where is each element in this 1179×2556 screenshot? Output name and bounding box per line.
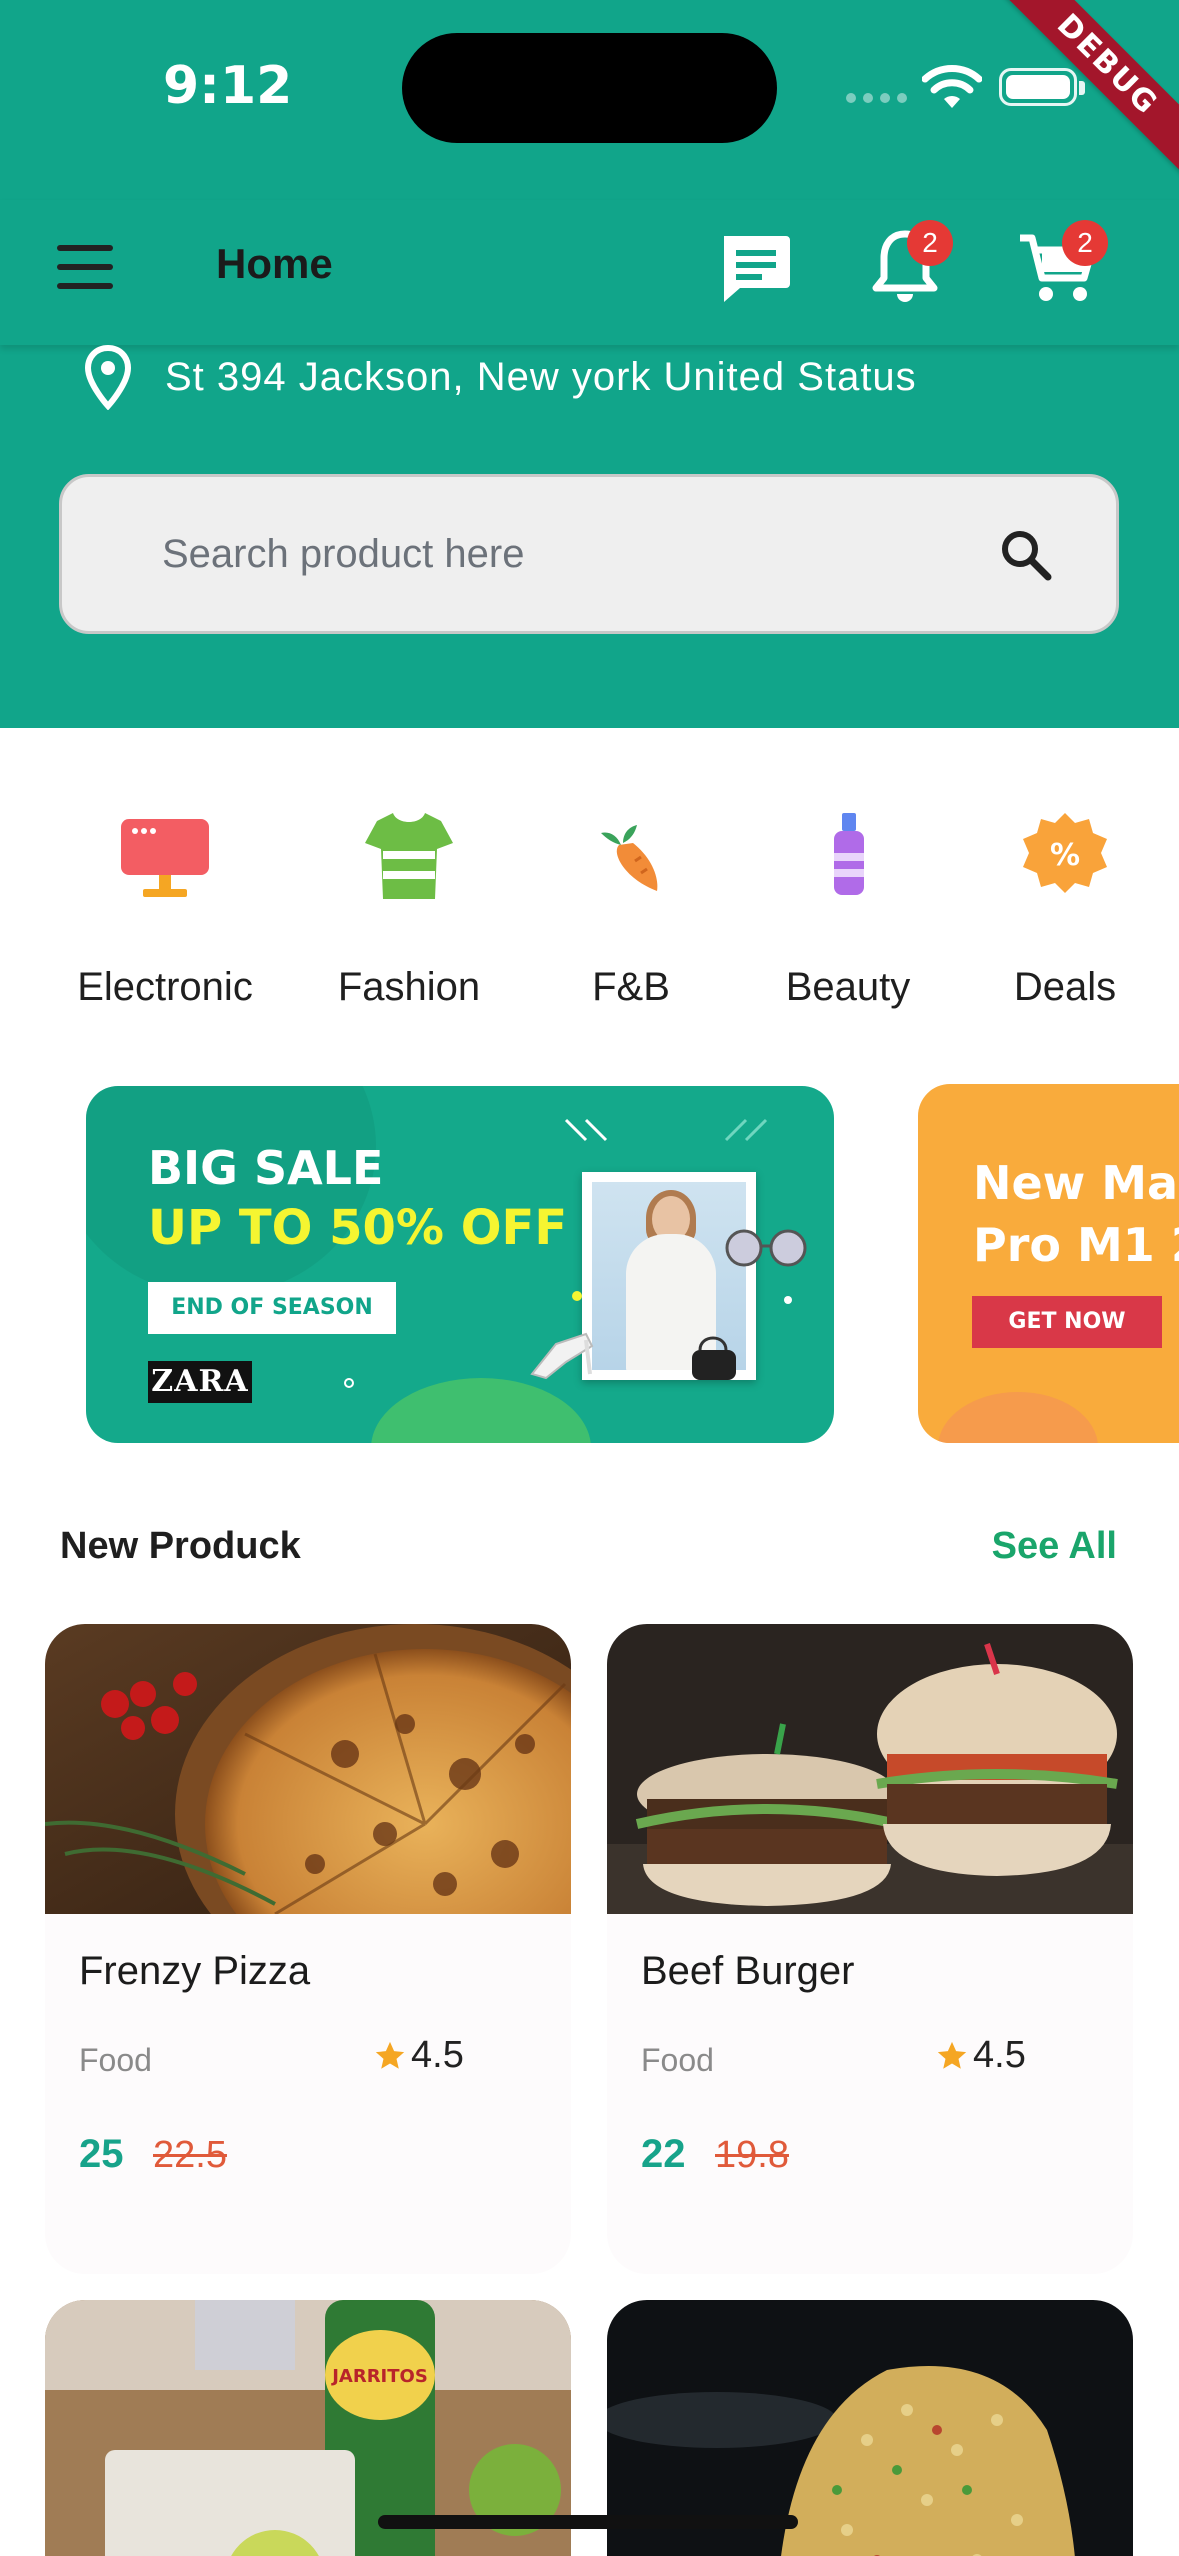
- see-all-link[interactable]: See All: [992, 1525, 1117, 1568]
- location-pin-icon: [84, 344, 132, 410]
- decoration-lines: [564, 1118, 768, 1142]
- promo-banner-macbook[interactable]: New Mac Pro M1 20 GET NOW: [918, 1084, 1179, 1443]
- heels-icon: [530, 1332, 594, 1380]
- svg-text:%: %: [1050, 838, 1080, 873]
- category-label: Electronic: [77, 965, 253, 1009]
- carrot-icon: [576, 800, 686, 910]
- banner-tag: END OF SEASON: [148, 1282, 396, 1334]
- category-label: Fashion: [337, 965, 481, 1009]
- status-time: 9:12: [163, 56, 293, 116]
- home-indicator[interactable]: [378, 2515, 798, 2529]
- category-fnb[interactable]: F&B: [521, 800, 741, 1010]
- category-electronic[interactable]: Electronic: [55, 800, 275, 1010]
- search-icon[interactable]: [996, 525, 1056, 585]
- monitor-icon: [110, 800, 220, 910]
- category-list: Electronic Fashion F&B Beauty % Deals: [0, 800, 1179, 1020]
- brand-logo: ZARA: [148, 1361, 252, 1403]
- banner-title: New Mac Pro M1 20: [973, 1156, 1179, 1272]
- star-icon: [375, 2041, 405, 2069]
- get-now-button[interactable]: GET NOW: [972, 1296, 1162, 1348]
- category-fashion[interactable]: Fashion: [299, 800, 519, 1010]
- notification-badge: 2: [907, 220, 953, 266]
- product-card[interactable]: Frenzy Pizza Food 4.5 25 22.5: [45, 1624, 571, 2274]
- product-price: 22: [641, 2132, 686, 2176]
- sunglasses-icon: [725, 1229, 807, 1267]
- product-old-price: 19.8: [715, 2134, 789, 2176]
- category-beauty[interactable]: Beauty: [738, 800, 958, 1010]
- handbag-icon: [692, 1336, 736, 1380]
- product-category: Food: [79, 2042, 152, 2078]
- product-card[interactable]: Beef Burger Food 4.5 22 19.8: [607, 1624, 1133, 2274]
- banner-subtitle: UP TO 50% OFF: [148, 1200, 568, 1256]
- category-label: Beauty: [785, 965, 911, 1009]
- battery-icon: [999, 68, 1085, 106]
- category-label: Deals: [1013, 965, 1117, 1009]
- cart-badge: 2: [1062, 220, 1108, 266]
- location-address: St 394 Jackson, New york United Status: [165, 354, 917, 399]
- product-name: Frenzy Pizza: [79, 1949, 311, 1993]
- promo-banner-sale[interactable]: BIG SALE UP TO 50% OFF END OF SEASON ZAR…: [86, 1086, 834, 1443]
- dynamic-island: [402, 33, 777, 143]
- cellular-signal-icon: [846, 93, 907, 103]
- wifi-icon: [922, 65, 982, 108]
- product-old-price: 22.5: [153, 2134, 227, 2176]
- product-image-burger: [607, 1624, 1133, 1914]
- product-rating: 4.5: [935, 2034, 1026, 2077]
- svg-text:JARRITOS: JARRITOS: [330, 2366, 428, 2387]
- product-rating: 4.5: [373, 2034, 464, 2077]
- app-bar: Home 2 2: [0, 200, 1179, 345]
- category-label: F&B: [592, 965, 670, 1009]
- perfume-icon: [793, 800, 903, 910]
- section-title: New Produck: [60, 1525, 301, 1567]
- notification-bell-icon[interactable]: 2: [860, 220, 953, 312]
- product-category: Food: [641, 2042, 714, 2078]
- product-name: Beef Burger: [641, 1949, 855, 1993]
- product-price: 25: [79, 2132, 124, 2176]
- menu-icon[interactable]: [57, 245, 113, 289]
- cart-icon[interactable]: 2: [1012, 220, 1108, 312]
- discount-badge-icon: %: [1010, 800, 1120, 910]
- search-input[interactable]: Search product here: [162, 532, 524, 577]
- home-screen: 9:12 DEBUG Home 2 2 St 394 Jackson, New …: [0, 0, 1179, 2556]
- chat-icon[interactable]: [710, 222, 800, 312]
- banner-title: BIG SALE: [148, 1141, 384, 1195]
- location-row[interactable]: St 394 Jackson, New york United Status: [83, 344, 917, 410]
- search-bar[interactable]: Search product here: [59, 474, 1119, 634]
- tshirt-icon: [354, 800, 464, 910]
- star-icon: [937, 2041, 967, 2069]
- page-title: Home: [216, 240, 333, 287]
- category-deals[interactable]: % Deals: [955, 800, 1175, 1010]
- product-image-pizza: [45, 1624, 571, 1914]
